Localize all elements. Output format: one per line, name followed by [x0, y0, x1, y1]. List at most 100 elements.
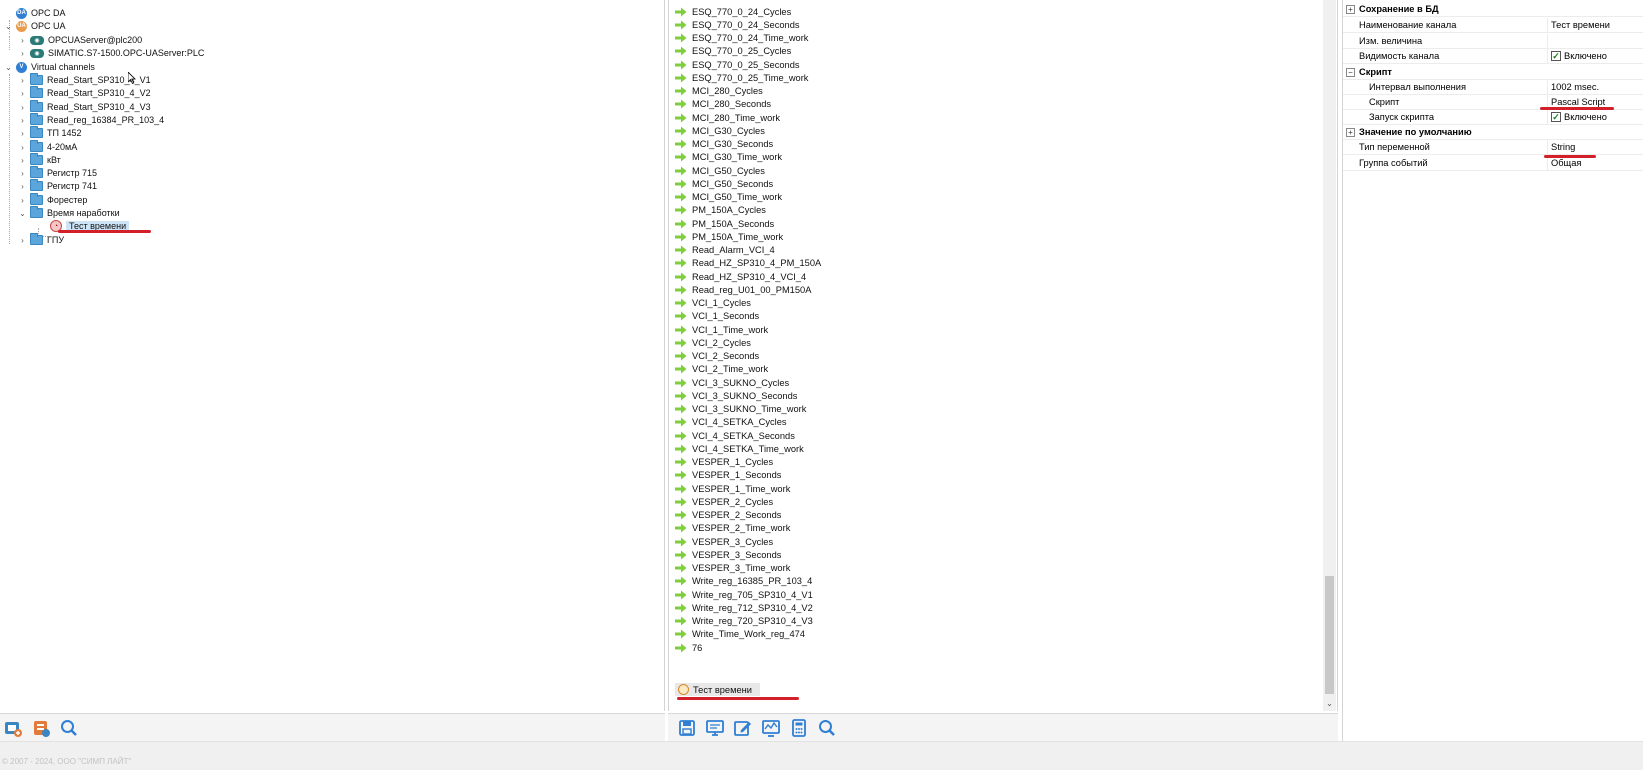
channel-item[interactable]: VESPER_3_Cycles [675, 535, 773, 548]
channel-item[interactable]: ESQ_770_0_25_Seconds [675, 58, 800, 71]
collapse-icon[interactable]: − [1346, 67, 1355, 77]
channel-item[interactable]: MCI_G30_Cycles [675, 124, 765, 137]
prop-row-event-group[interactable]: Группа событий Общая [1343, 156, 1643, 171]
visibility-value[interactable]: ✓ Включено [1551, 51, 1607, 61]
channel-item[interactable]: Write_reg_705_SP310_4_V1 [675, 588, 813, 601]
category-db-save[interactable]: + Сохранение в БД [1343, 2, 1643, 17]
channel-name-value[interactable]: Тест времени [1551, 20, 1610, 30]
channel-item[interactable]: MCI_280_Cycles [675, 85, 763, 98]
visibility-checkbox[interactable]: ✓ [1551, 51, 1561, 61]
chart-icon[interactable] [760, 717, 782, 739]
channel-item[interactable]: VESPER_1_Seconds [675, 469, 781, 482]
channel-item[interactable]: Write_reg_712_SP310_4_V2 [675, 601, 813, 614]
chevron-right-icon[interactable]: › [18, 103, 27, 112]
channel-item[interactable]: Write_Time_Work_reg_474 [675, 628, 805, 641]
channel-item[interactable]: ESQ_770_0_25_Cycles [675, 45, 791, 58]
tree-folder-runtime[interactable]: ⌄ Время наработки [18, 206, 120, 220]
prop-row-channel-name[interactable]: Наименование канала Тест времени [1343, 18, 1643, 33]
channel-item[interactable]: VCI_3_SUKNO_Seconds [675, 389, 797, 402]
chevron-right-icon[interactable]: › [18, 196, 27, 205]
tree-node-server-simatic[interactable]: › ◉ SIMATIC.S7-1500.OPC-UAServer:PLC [18, 46, 204, 60]
prop-row-visibility[interactable]: Видимость канала ✓ Включено [1343, 49, 1643, 64]
interval-value[interactable]: 1002 msec. [1551, 82, 1599, 92]
chevron-right-icon[interactable]: › [18, 89, 27, 98]
channel-item[interactable]: VCI_1_Time_work [675, 323, 768, 336]
tree-folder-kvt[interactable]: › кВт [18, 153, 61, 167]
channel-item[interactable]: VCI_1_Seconds [675, 310, 759, 323]
prop-row-unit[interactable]: Изм. величина [1343, 34, 1643, 49]
channel-item[interactable]: MCI_280_Seconds [675, 98, 771, 111]
channel-item[interactable]: Write_reg_720_SP310_4_V3 [675, 615, 813, 628]
channel-item[interactable]: MCI_G50_Seconds [675, 177, 773, 190]
channel-item[interactable]: VCI_2_Cycles [675, 336, 751, 349]
channel-list-scrollbar[interactable]: ⌄ [1323, 0, 1336, 711]
chevron-down-icon[interactable]: ⌄ [18, 209, 27, 218]
channel-item[interactable]: VCI_4_SETKA_Seconds [675, 429, 795, 442]
chevron-right-icon[interactable]: › [18, 236, 27, 245]
add-channel-icon[interactable] [2, 717, 24, 739]
channel-item[interactable]: VESPER_2_Time_work [675, 522, 790, 535]
search-icon[interactable] [816, 717, 838, 739]
script-value[interactable]: Pascal Script [1551, 97, 1605, 107]
save-icon[interactable] [676, 717, 698, 739]
channel-item[interactable]: VCI_2_Seconds [675, 350, 759, 363]
tree-node-opc-ua[interactable]: ⌄ UA OPC UA [4, 19, 66, 33]
channel-item[interactable]: VCI_1_Cycles [675, 297, 751, 310]
chevron-right-icon[interactable]: › [18, 182, 27, 191]
channel-item[interactable]: VESPER_2_Cycles [675, 495, 773, 508]
channel-item[interactable]: MCI_G50_Time_work [675, 191, 782, 204]
channel-item[interactable]: MCI_G30_Time_work [675, 151, 782, 164]
tree-folder-read-start-v3[interactable]: › Read_Start_SP310_4_V3 [18, 100, 151, 114]
channel-item[interactable]: MCI_G30_Seconds [675, 138, 773, 151]
channel-item[interactable]: PM_150A_Seconds [675, 217, 774, 230]
chevron-right-icon[interactable]: › [18, 143, 27, 152]
var-type-value[interactable]: String [1551, 142, 1575, 152]
category-default-value[interactable]: + Значение по умолчанию [1343, 125, 1643, 140]
monitor-icon[interactable] [704, 717, 726, 739]
prop-row-script-run[interactable]: Запуск скрипта ✓ Включено [1343, 110, 1643, 125]
tree-folder-tp-1452[interactable]: › ТП 1452 [18, 126, 82, 140]
tree-folder-forester[interactable]: › Форестер [18, 193, 87, 207]
tree-folder-gpu[interactable]: › ГПУ [18, 233, 64, 247]
channel-item[interactable]: VCI_2_Time_work [675, 363, 768, 376]
chevron-right-icon[interactable]: › [18, 169, 27, 178]
tree-node-server-plc200[interactable]: › ◉ OPCUAServer@plc200 [18, 33, 142, 47]
tree-folder-register-741[interactable]: › Регистр 741 [18, 179, 97, 193]
tree-folder-read-start-v2[interactable]: › Read_Start_SP310_4_V2 [18, 86, 151, 100]
chevron-right-icon[interactable]: › [18, 116, 27, 125]
channel-item[interactable]: Read_reg_U01_00_PM150A [675, 283, 811, 296]
script-run-checkbox[interactable]: ✓ [1551, 112, 1561, 122]
channel-item[interactable]: VCI_4_SETKA_Cycles [675, 416, 787, 429]
calculator-icon[interactable] [788, 717, 810, 739]
channel-item[interactable]: ESQ_770_0_24_Seconds [675, 18, 800, 31]
prop-row-var-type[interactable]: Тип переменной String [1343, 140, 1643, 155]
channel-item[interactable]: VESPER_1_Time_work [675, 482, 790, 495]
channel-item[interactable]: VCI_4_SETKA_Time_work [675, 442, 804, 455]
tree-folder-4-20ma[interactable]: › 4-20мА [18, 140, 77, 154]
add-script-icon[interactable] [30, 717, 52, 739]
chevron-right-icon[interactable]: › [18, 36, 27, 45]
channel-item[interactable]: PM_150A_Time_work [675, 230, 783, 243]
channel-item[interactable]: MCI_280_Time_work [675, 111, 780, 124]
category-script[interactable]: − Скрипт [1343, 65, 1643, 80]
channel-item[interactable]: MCI_G50_Cycles [675, 164, 765, 177]
channel-item[interactable]: VESPER_1_Cycles [675, 456, 773, 469]
channel-item[interactable]: ESQ_770_0_24_Cycles [675, 5, 791, 18]
chevron-right-icon[interactable]: › [18, 76, 27, 85]
channel-item[interactable]: Read_HZ_SP310_4_PM_150A [675, 257, 821, 270]
expand-icon[interactable]: + [1346, 127, 1355, 137]
channel-item[interactable]: PM_150A_Cycles [675, 204, 766, 217]
channel-item[interactable]: ESQ_770_0_24_Time_work [675, 32, 808, 45]
search-icon[interactable] [58, 717, 80, 739]
tree-node-opc-da[interactable]: DA OPC DA [4, 6, 66, 20]
chevron-right-icon[interactable]: › [18, 49, 27, 58]
channel-item[interactable]: Read_Alarm_VCI_4 [675, 244, 775, 257]
chevron-right-icon[interactable]: › [18, 129, 27, 138]
chevron-down-icon[interactable]: ⌄ [1325, 699, 1334, 709]
chevron-down-icon[interactable]: ⌄ [4, 22, 13, 31]
channel-item[interactable]: VESPER_2_Seconds [675, 509, 781, 522]
event-group-value[interactable]: Общая [1551, 158, 1581, 168]
tree-folder-register-715[interactable]: › Регистр 715 [18, 166, 97, 180]
edit-icon[interactable] [732, 717, 754, 739]
channel-item[interactable]: ESQ_770_0_25_Time_work [675, 71, 808, 84]
